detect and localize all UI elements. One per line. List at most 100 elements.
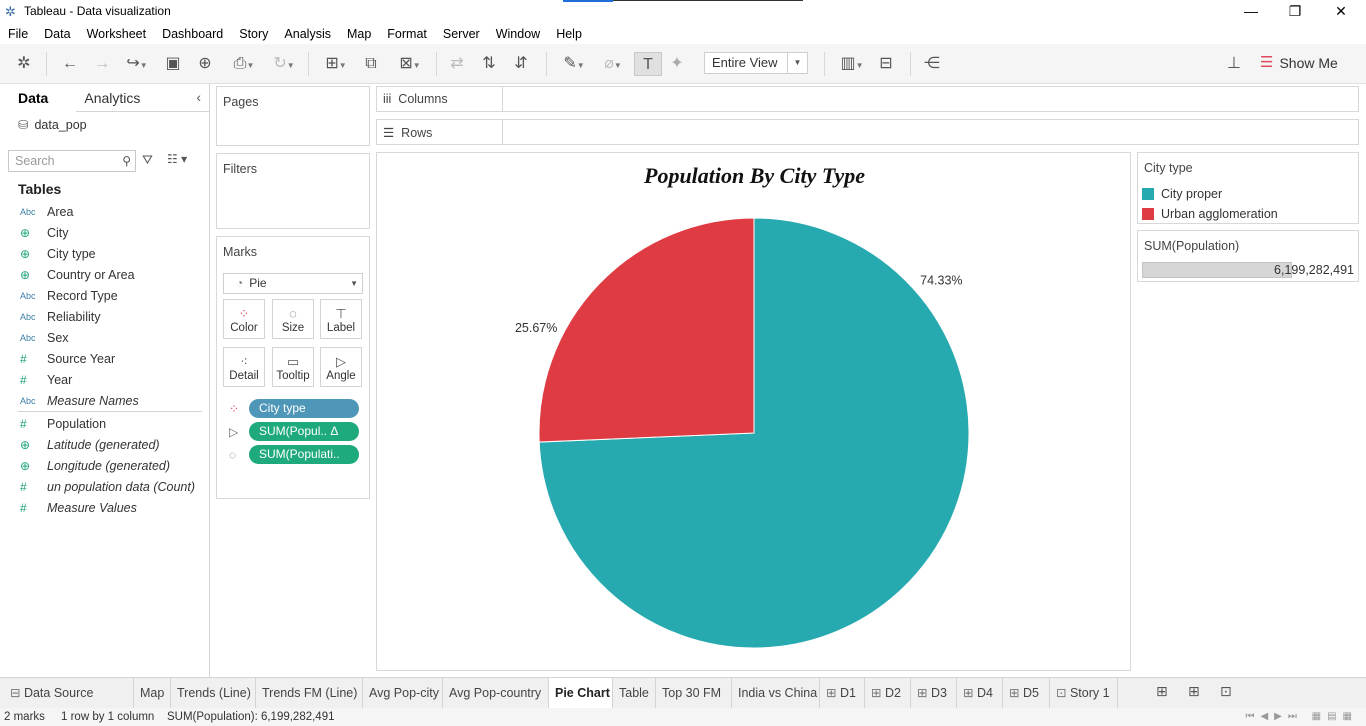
- share-icon[interactable]: ⋲: [920, 52, 944, 76]
- label-button[interactable]: ⊤ Label: [320, 299, 362, 339]
- color-button[interactable]: ⁘ Color: [223, 299, 265, 339]
- legend-item-urban-agglomeration[interactable]: Urban agglomeration: [1142, 205, 1278, 223]
- filter-icon[interactable]: ⛛: [142, 152, 153, 168]
- menu-worksheet[interactable]: Worksheet: [87, 27, 147, 41]
- field-item[interactable]: # Source Year: [0, 348, 210, 369]
- new-data-source-icon[interactable]: ⊕: [194, 52, 216, 76]
- sheet-tab-map[interactable]: Map: [134, 678, 171, 708]
- fix-axes-icon[interactable]: ✦: [666, 52, 688, 76]
- search-input[interactable]: Search ⚲: [8, 150, 136, 172]
- field-item[interactable]: # Year: [0, 369, 210, 390]
- new-worksheet-icon[interactable]: ⊞: [1156, 683, 1168, 700]
- field-item[interactable]: ⊕ Latitude (generated): [0, 434, 210, 455]
- pause-updates-icon[interactable]: ⎙▼: [226, 52, 262, 76]
- filters-card[interactable]: Filters: [216, 153, 370, 229]
- show-hide-cards-icon[interactable]: ▥▼: [834, 52, 870, 76]
- size-button[interactable]: ◌ Size: [272, 299, 314, 339]
- pie-slice-urban-agglomeration[interactable]: [538, 217, 755, 443]
- presentation-mode-icon[interactable]: ⊟: [874, 52, 898, 76]
- clear-sheet-icon[interactable]: ⊠▼: [392, 52, 428, 76]
- show-me-button[interactable]: ☰ Show Me: [1260, 52, 1338, 74]
- field-item[interactable]: # un population data (Count): [0, 476, 210, 497]
- sort-ascending-icon[interactable]: ⇅: [478, 52, 500, 76]
- show-mark-labels-icon[interactable]: T: [634, 52, 662, 76]
- view-options-icon[interactable]: ☷ ▾: [167, 152, 187, 166]
- sum-population-size-pill[interactable]: SUM(Populati..: [249, 445, 359, 464]
- menu-dashboard[interactable]: Dashboard: [162, 27, 223, 41]
- menu-window[interactable]: Window: [496, 27, 540, 41]
- columns-shelf[interactable]: iii Columns: [376, 86, 1359, 112]
- field-item[interactable]: ⊕ City type: [0, 243, 210, 264]
- sheet-tab-india-vs-china[interactable]: India vs China: [732, 678, 820, 708]
- new-worksheet-icon[interactable]: ⊞▼: [318, 52, 354, 76]
- refresh-icon[interactable]: ↻▼: [266, 52, 302, 76]
- sheet-tab-avg-pop-country[interactable]: Avg Pop-country: [443, 678, 549, 708]
- field-item[interactable]: # Population: [0, 413, 210, 434]
- menu-server[interactable]: Server: [443, 27, 480, 41]
- menu-story[interactable]: Story: [239, 27, 268, 41]
- sheet-tab-top-30-fm[interactable]: Top 30 FM: [656, 678, 732, 708]
- menu-format[interactable]: Format: [387, 27, 427, 41]
- sheet-tab-avg-pop-city[interactable]: Avg Pop-city: [363, 678, 443, 708]
- field-item[interactable]: ⊕ Longitude (generated): [0, 455, 210, 476]
- data-source[interactable]: ⛁ data_pop: [18, 117, 87, 133]
- chevron-down-icon[interactable]: ▼: [787, 53, 807, 73]
- tableau-home-icon[interactable]: ✲: [12, 52, 36, 76]
- sheet-tab-d5[interactable]: ⊞ D5: [1003, 678, 1050, 708]
- replay-icon[interactable]: ↪▼: [120, 52, 154, 76]
- sheet-tab-d1[interactable]: ⊞ D1: [820, 678, 865, 708]
- sheet-navigation-icon[interactable]: ⏮◀▶⏭ ▦▤▦: [1245, 711, 1358, 722]
- legend-item-city-proper[interactable]: City proper: [1142, 185, 1222, 203]
- format-painter-icon[interactable]: ⊥: [1222, 52, 1246, 76]
- menu-analysis[interactable]: Analysis: [284, 27, 331, 41]
- tab-data[interactable]: Data: [0, 84, 66, 112]
- menu-help[interactable]: Help: [556, 27, 582, 41]
- menu-data[interactable]: Data: [44, 27, 70, 41]
- fit-select[interactable]: Entire View ▼: [704, 52, 808, 74]
- mark-type-select[interactable]: ◔ Pie ▼: [223, 273, 363, 294]
- field-item[interactable]: Abc Measure Names: [0, 390, 210, 411]
- angle-button[interactable]: ▷ Angle: [320, 347, 362, 387]
- sheet-tab-data-source[interactable]: ⊟ Data Source: [4, 678, 134, 708]
- tooltip-button[interactable]: ▭ Tooltip: [272, 347, 314, 387]
- field-item[interactable]: Abc Sex: [0, 327, 210, 348]
- city-type-pill[interactable]: City type: [249, 399, 359, 418]
- sheet-tab-d2[interactable]: ⊞ D2: [865, 678, 911, 708]
- sheet-tab-story-1[interactable]: ⊡ Story 1: [1050, 678, 1118, 708]
- sheet-tab-trends-line-[interactable]: Trends (Line): [171, 678, 256, 708]
- detail-button[interactable]: ⁖ Detail: [223, 347, 265, 387]
- save-icon[interactable]: ▣: [162, 52, 184, 76]
- highlight-icon[interactable]: ✎▼: [556, 52, 592, 76]
- swap-rows-columns-icon[interactable]: ⇄: [446, 52, 468, 76]
- duplicate-sheet-icon[interactable]: ⧉: [360, 52, 382, 76]
- field-item[interactable]: Abc Record Type: [0, 285, 210, 306]
- close-button[interactable]: ✕: [1318, 0, 1364, 24]
- menu-file[interactable]: File: [8, 27, 28, 41]
- sum-population-angle-pill[interactable]: SUM(Popul.. Δ: [249, 422, 359, 441]
- sort-descending-icon[interactable]: ⇵: [510, 52, 532, 76]
- new-story-icon[interactable]: ⊡: [1220, 683, 1232, 700]
- sheet-tab-label: Avg Pop-city: [369, 686, 439, 700]
- field-item[interactable]: Abc Reliability: [0, 306, 210, 327]
- restore-button[interactable]: ❐: [1272, 0, 1318, 24]
- redo-icon[interactable]: →: [90, 52, 114, 76]
- group-members-icon[interactable]: ⌀▼: [596, 52, 630, 76]
- rows-shelf[interactable]: ☰ Rows: [376, 119, 1359, 145]
- tab-analytics[interactable]: Analytics: [66, 84, 158, 112]
- undo-icon[interactable]: ←: [58, 52, 82, 76]
- menu-map[interactable]: Map: [347, 27, 371, 41]
- collapse-pane-icon[interactable]: ‹: [196, 89, 201, 105]
- pages-card[interactable]: Pages: [216, 86, 370, 146]
- sheet-tab-d3[interactable]: ⊞ D3: [911, 678, 957, 708]
- field-item[interactable]: ⊕ City: [0, 222, 210, 243]
- sheet-tab-pie-chart[interactable]: Pie Chart: [549, 678, 613, 708]
- sheet-tab-table[interactable]: Table: [613, 678, 656, 708]
- chevron-down-icon[interactable]: ▼: [350, 274, 358, 293]
- new-dashboard-icon[interactable]: ⊞: [1188, 683, 1200, 700]
- field-item[interactable]: # Measure Values: [0, 497, 210, 518]
- field-item[interactable]: ⊕ Country or Area: [0, 264, 210, 285]
- sheet-tab-trends-fm-line-[interactable]: Trends FM (Line): [256, 678, 363, 708]
- sheet-tab-d4[interactable]: ⊞ D4: [957, 678, 1003, 708]
- minimize-button[interactable]: —: [1228, 0, 1274, 24]
- field-item[interactable]: Abc Area: [0, 201, 210, 222]
